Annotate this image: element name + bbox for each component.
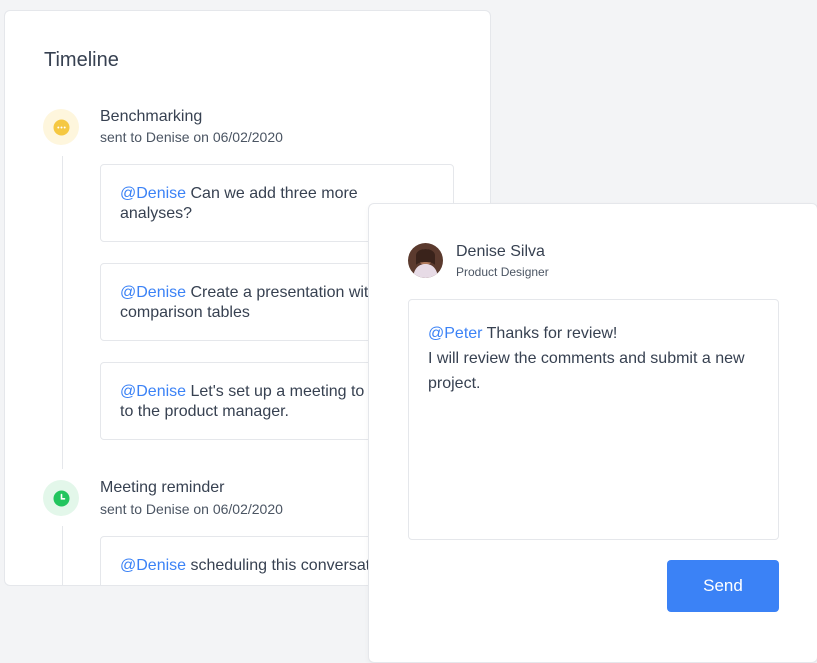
mention-link[interactable]: @Denise xyxy=(120,284,186,301)
event-subtitle: sent to Denise on 06/02/2020 xyxy=(100,129,283,145)
mention-link[interactable]: @Peter xyxy=(428,325,482,342)
comment-icon xyxy=(43,109,79,145)
user-name: Denise Silva xyxy=(456,243,545,260)
send-button[interactable]: Send xyxy=(667,560,779,612)
timeline-connector xyxy=(62,156,63,469)
timeline-title: Timeline xyxy=(44,49,119,71)
mention-link[interactable]: @Denise xyxy=(120,383,186,400)
mention-link[interactable]: @Denise xyxy=(120,557,186,574)
reply-line: I will review the comments and submit a … xyxy=(428,350,745,392)
reply-textarea[interactable]: @Peter Thanks for review! I will review … xyxy=(408,299,779,540)
event-subtitle: sent to Denise on 06/02/2020 xyxy=(100,501,283,517)
reply-card: Denise Silva Product Designer @Peter Tha… xyxy=(368,203,817,663)
avatar xyxy=(408,243,443,278)
clock-icon xyxy=(43,480,79,516)
user-role: Product Designer xyxy=(456,265,549,279)
timeline-connector xyxy=(62,526,63,585)
event-title: Meeting reminder xyxy=(100,479,225,496)
message-text: scheduling this conversation xyxy=(190,557,392,574)
mention-link[interactable]: @Denise xyxy=(120,185,186,202)
reply-line: Thanks for review! xyxy=(486,325,618,342)
event-title: Benchmarking xyxy=(100,108,203,125)
